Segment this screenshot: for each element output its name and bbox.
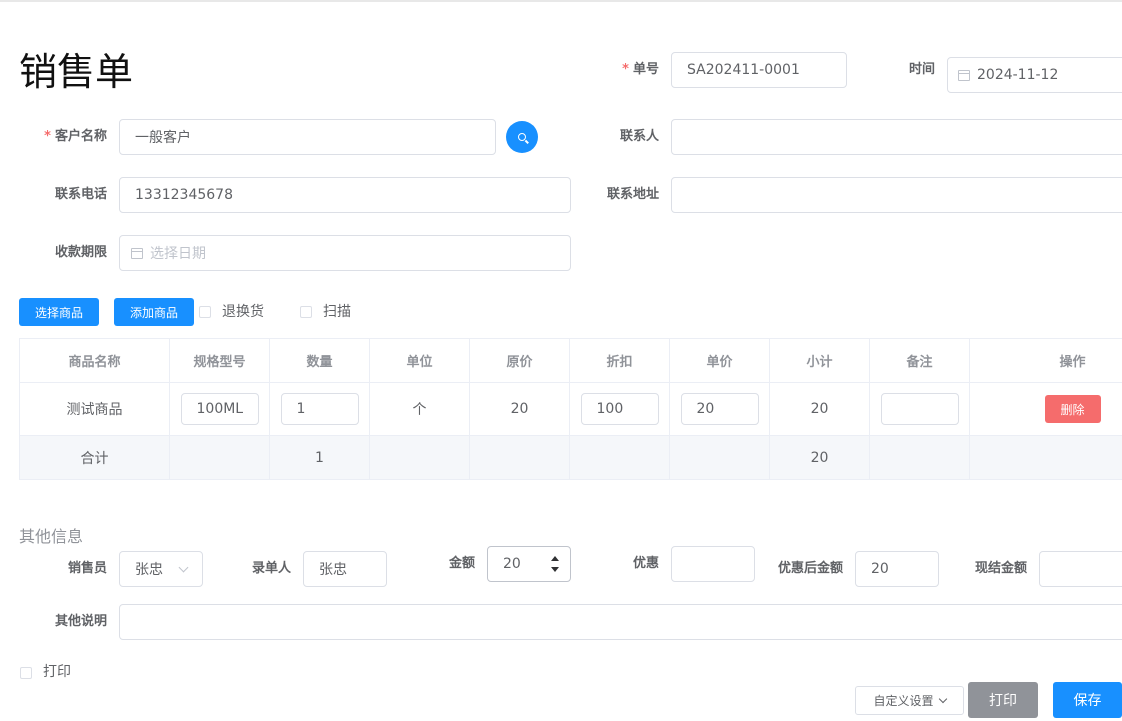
creator-label: 录单人 bbox=[251, 561, 291, 576]
amount-label: 金额 bbox=[448, 556, 475, 571]
amount-number-input[interactable]: 20 bbox=[487, 546, 571, 582]
print-checkbox-label[interactable]: 打印 bbox=[43, 664, 71, 680]
chevron-down-icon bbox=[178, 562, 189, 572]
calendar-icon bbox=[958, 69, 970, 81]
address-label: 联系地址 bbox=[606, 187, 659, 202]
customer-input[interactable]: 一般客户 bbox=[119, 119, 496, 155]
amount-stepper[interactable] bbox=[541, 548, 569, 580]
custom-settings-dropdown[interactable]: 自定义设置 bbox=[855, 686, 964, 715]
total-qty: 1 bbox=[269, 435, 370, 480]
time-label: 时间 bbox=[908, 62, 935, 77]
time-date-picker[interactable]: 2024-11-12 bbox=[947, 57, 1122, 93]
goods-table: 商品名称 规格型号 数量 单位 原价 折扣 单价 小计 备注 操作 测试商品 1… bbox=[19, 338, 1122, 480]
table-row: 测试商品 100ML 1 个 20 100 20 20 删除 bbox=[19, 382, 1122, 436]
salesman-select[interactable]: 张忠 bbox=[119, 551, 203, 587]
due-date-picker[interactable]: 选择日期 bbox=[119, 235, 571, 271]
total-row: 合计 1 20 bbox=[19, 435, 1122, 480]
return-exchange-label[interactable]: 退换货 bbox=[222, 304, 264, 320]
unit-cell: 个 bbox=[369, 382, 470, 436]
contact-label: 联系人 bbox=[619, 129, 659, 144]
other-info-title: 其他信息 bbox=[19, 527, 84, 546]
contact-input[interactable] bbox=[671, 119, 1122, 155]
col-header: 小计 bbox=[769, 338, 870, 383]
save-button[interactable]: 保存 bbox=[1053, 682, 1122, 718]
spec-input[interactable]: 100ML bbox=[180, 393, 259, 425]
order-no-label: * 单号 bbox=[622, 62, 659, 77]
cash-label: 现结金额 bbox=[974, 561, 1027, 576]
add-goods-button[interactable]: 添加商品 bbox=[114, 298, 194, 326]
discount-label: 优惠 bbox=[632, 556, 659, 571]
calendar-icon bbox=[131, 247, 143, 259]
subtotal-cell: 20 bbox=[769, 382, 870, 436]
col-header: 单位 bbox=[369, 338, 470, 383]
page-title: 销售单 bbox=[19, 50, 134, 94]
remark-input[interactable] bbox=[880, 393, 959, 425]
print-button[interactable]: 打印 bbox=[968, 682, 1038, 718]
note-input[interactable] bbox=[119, 604, 1122, 640]
top-border bbox=[0, 0, 1122, 2]
caret-down-icon[interactable] bbox=[551, 567, 559, 572]
caret-up-icon[interactable] bbox=[551, 556, 559, 561]
total-subtotal: 20 bbox=[769, 435, 870, 480]
phone-label: 联系电话 bbox=[54, 187, 107, 202]
scan-label[interactable]: 扫描 bbox=[323, 304, 351, 320]
return-exchange-checkbox[interactable] bbox=[199, 306, 211, 318]
col-header: 折扣 bbox=[569, 338, 670, 383]
note-label: 其他说明 bbox=[54, 614, 107, 629]
after-discount-input[interactable]: 20 bbox=[855, 551, 939, 587]
salesman-label: 销售员 bbox=[67, 561, 107, 576]
print-checkbox[interactable] bbox=[20, 667, 32, 679]
table-header-row: 商品名称 规格型号 数量 单位 原价 折扣 单价 小计 备注 操作 bbox=[19, 338, 1122, 383]
col-header: 备注 bbox=[869, 338, 970, 383]
discount-input[interactable]: 100 bbox=[580, 393, 659, 425]
address-input[interactable] bbox=[671, 177, 1122, 213]
customer-label: * 客户名称 bbox=[44, 129, 107, 144]
col-header: 原价 bbox=[469, 338, 570, 383]
original-price-cell: 20 bbox=[469, 382, 570, 436]
due-date-label: 收款期限 bbox=[54, 245, 107, 260]
order-no-input[interactable]: SA202411-0001 bbox=[671, 52, 847, 88]
after-discount-label: 优惠后金额 bbox=[777, 561, 843, 576]
col-header: 操作 bbox=[969, 338, 1122, 383]
scan-checkbox[interactable] bbox=[300, 306, 312, 318]
discount-amount-input[interactable] bbox=[671, 546, 755, 582]
col-header: 数量 bbox=[269, 338, 370, 383]
total-label: 合计 bbox=[19, 435, 170, 480]
select-goods-button[interactable]: 选择商品 bbox=[19, 298, 99, 326]
cash-input[interactable] bbox=[1039, 551, 1122, 587]
col-header: 规格型号 bbox=[169, 338, 270, 383]
col-header: 商品名称 bbox=[19, 338, 170, 383]
col-header: 单价 bbox=[669, 338, 770, 383]
goods-name-cell: 测试商品 bbox=[19, 382, 170, 436]
search-icon bbox=[518, 133, 526, 141]
quantity-input[interactable]: 1 bbox=[280, 393, 359, 425]
delete-button[interactable]: 删除 bbox=[1044, 395, 1101, 423]
creator-input[interactable]: 张忠 bbox=[303, 551, 387, 587]
customer-search-button[interactable] bbox=[506, 121, 538, 153]
unit-price-input[interactable]: 20 bbox=[680, 393, 759, 425]
phone-input[interactable]: 13312345678 bbox=[119, 177, 571, 213]
chevron-down-icon bbox=[938, 694, 947, 704]
